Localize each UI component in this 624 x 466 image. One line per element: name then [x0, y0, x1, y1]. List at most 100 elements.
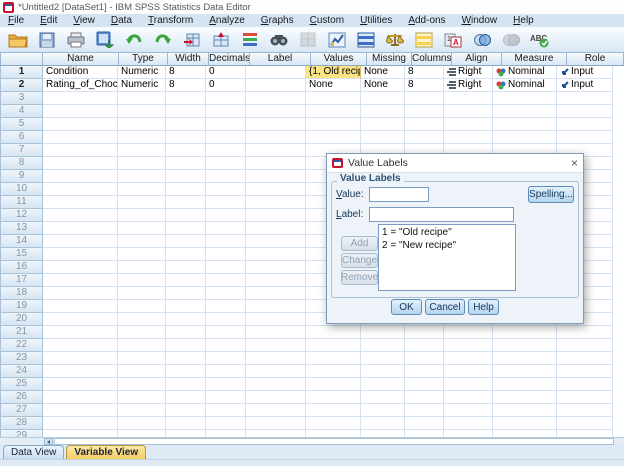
cell-columns-row25[interactable]: [405, 378, 444, 391]
cell-align-row24[interactable]: [444, 365, 493, 378]
cell-label-row13[interactable]: [246, 222, 306, 235]
cell-missing-row25[interactable]: [361, 378, 405, 391]
cell-name-row28[interactable]: [43, 417, 118, 430]
cell-values-row29[interactable]: [306, 430, 361, 437]
cell-type-row5[interactable]: [118, 118, 166, 131]
undo-icon[interactable]: [120, 29, 147, 51]
row-header-10[interactable]: 10: [0, 183, 43, 196]
cell-width-row6[interactable]: [166, 131, 206, 144]
cell-role-row5[interactable]: [557, 118, 613, 131]
row-header-5[interactable]: 5: [0, 118, 43, 131]
cell-role-row27[interactable]: [557, 404, 613, 417]
cell-type-row4[interactable]: [118, 105, 166, 118]
cell-type-row1[interactable]: Numeric: [118, 66, 166, 79]
cell-decimals-row21[interactable]: [206, 326, 246, 339]
cell-type-row28[interactable]: [118, 417, 166, 430]
cell-name-row25[interactable]: [43, 378, 118, 391]
cell-name-row27[interactable]: [43, 404, 118, 417]
cell-missing-row29[interactable]: [361, 430, 405, 437]
cell-name-row5[interactable]: [43, 118, 118, 131]
cell-role-row28[interactable]: [557, 417, 613, 430]
cell-role-row29[interactable]: [557, 430, 613, 437]
cell-name-row24[interactable]: [43, 365, 118, 378]
cell-type-row12[interactable]: [118, 209, 166, 222]
row-header-18[interactable]: 18: [0, 287, 43, 300]
row-header-9[interactable]: 9: [0, 170, 43, 183]
cell-values-row3[interactable]: [306, 92, 361, 105]
cell-values-row22[interactable]: [306, 339, 361, 352]
goto-variable-icon[interactable]: [207, 29, 234, 51]
cell-values-row28[interactable]: [306, 417, 361, 430]
cell-missing-row24[interactable]: [361, 365, 405, 378]
row-header-23[interactable]: 23: [0, 352, 43, 365]
cell-width-row11[interactable]: [166, 196, 206, 209]
column-header-columns[interactable]: Columns: [412, 52, 452, 66]
insert-cases-icon[interactable]: [294, 29, 321, 51]
cell-type-row11[interactable]: [118, 196, 166, 209]
column-header-values[interactable]: Values: [311, 52, 367, 66]
cell-align-row4[interactable]: [444, 105, 493, 118]
cell-decimals-row2[interactable]: 0: [206, 79, 246, 92]
cell-name-row1[interactable]: Condition: [43, 66, 118, 79]
cell-role-row1[interactable]: Input: [557, 66, 613, 79]
cell-label-row9[interactable]: [246, 170, 306, 183]
row-header-2[interactable]: 2: [0, 79, 43, 92]
save-icon[interactable]: [33, 29, 60, 51]
row-header-4[interactable]: 4: [0, 105, 43, 118]
select-cases-icon[interactable]: [410, 29, 437, 51]
cell-decimals-row18[interactable]: [206, 287, 246, 300]
cell-align-row21[interactable]: [444, 326, 493, 339]
cell-width-row18[interactable]: [166, 287, 206, 300]
cell-decimals-row22[interactable]: [206, 339, 246, 352]
column-header-role[interactable]: Role: [567, 52, 624, 66]
row-header-20[interactable]: 20: [0, 313, 43, 326]
cell-measure-row4[interactable]: [493, 105, 557, 118]
cell-align-row6[interactable]: [444, 131, 493, 144]
cell-label-row11[interactable]: [246, 196, 306, 209]
cell-width-row20[interactable]: [166, 313, 206, 326]
cell-type-row27[interactable]: [118, 404, 166, 417]
row-header-24[interactable]: 24: [0, 365, 43, 378]
cell-decimals-row9[interactable]: [206, 170, 246, 183]
cell-measure-row24[interactable]: [493, 365, 557, 378]
cell-type-row9[interactable]: [118, 170, 166, 183]
cell-align-row3[interactable]: [444, 92, 493, 105]
row-header-17[interactable]: 17: [0, 274, 43, 287]
cell-width-row21[interactable]: [166, 326, 206, 339]
cell-role-row23[interactable]: [557, 352, 613, 365]
grid-corner-cell[interactable]: [0, 52, 43, 66]
cell-columns-row4[interactable]: [405, 105, 444, 118]
menu-item-transform[interactable]: Transform: [140, 15, 201, 26]
cell-decimals-row16[interactable]: [206, 261, 246, 274]
cell-width-row3[interactable]: [166, 92, 206, 105]
cell-width-row25[interactable]: [166, 378, 206, 391]
change-button[interactable]: Change: [341, 253, 378, 268]
menu-item-custom[interactable]: Custom: [302, 15, 352, 26]
cell-missing-row23[interactable]: [361, 352, 405, 365]
cell-decimals-row8[interactable]: [206, 157, 246, 170]
cell-align-row28[interactable]: [444, 417, 493, 430]
cell-width-row16[interactable]: [166, 261, 206, 274]
cell-role-row2[interactable]: Input: [557, 79, 613, 92]
column-header-missing[interactable]: Missing: [367, 52, 412, 66]
cell-label-row1[interactable]: [246, 66, 306, 79]
row-header-15[interactable]: 15: [0, 248, 43, 261]
cell-label-row18[interactable]: [246, 287, 306, 300]
cell-decimals-row25[interactable]: [206, 378, 246, 391]
cell-values-row21[interactable]: [306, 326, 361, 339]
variables-icon[interactable]: [236, 29, 263, 51]
cell-label-row19[interactable]: [246, 300, 306, 313]
cell-measure-row28[interactable]: [493, 417, 557, 430]
cell-label-row27[interactable]: [246, 404, 306, 417]
cell-label-row17[interactable]: [246, 274, 306, 287]
cell-values-row23[interactable]: [306, 352, 361, 365]
cell-decimals-row20[interactable]: [206, 313, 246, 326]
cell-missing-row21[interactable]: [361, 326, 405, 339]
cell-role-row26[interactable]: [557, 391, 613, 404]
split-file-icon[interactable]: [352, 29, 379, 51]
open-data-icon[interactable]: [4, 29, 31, 51]
scroll-left-arrow-icon[interactable]: [44, 438, 53, 445]
cell-measure-row21[interactable]: [493, 326, 557, 339]
cell-label-row3[interactable]: [246, 92, 306, 105]
cell-decimals-row11[interactable]: [206, 196, 246, 209]
